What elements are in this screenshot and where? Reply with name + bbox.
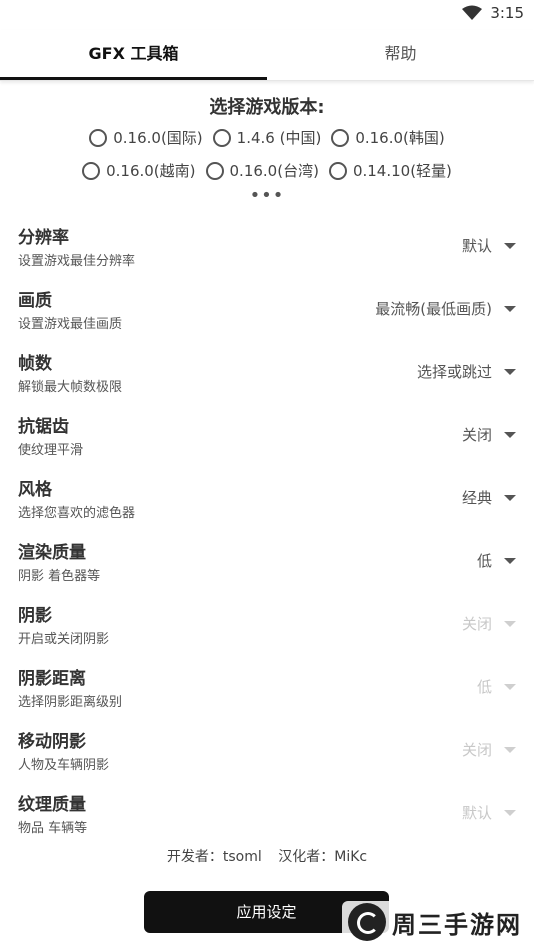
version-title: 选择游戏版本: [209,97,325,118]
tab-gfx-toolbox[interactable]: GFX 工具箱 [0,30,267,80]
setting-title: 画质 [18,290,52,311]
radio-icon [82,161,101,180]
dropdown-caret-icon [504,305,516,312]
version-row-1: 0.16.0(国际) 1.4.6 (中国) 0.16.0(韩国) [0,127,534,148]
version-option-global[interactable]: 0.16.0(国际) [89,127,203,148]
setting-title: 纹理质量 [18,794,86,815]
setting-resolution[interactable]: 分辨率设置游戏最佳分辨率 默认 [0,214,534,277]
version-option-korea[interactable]: 0.16.0(韩国) [331,127,445,148]
version-option-vietnam[interactable]: 0.16.0(越南) [82,160,196,181]
setting-title: 风格 [18,479,52,500]
setting-value: 关闭 [461,426,492,444]
setting-title: 分辨率 [18,227,69,248]
settings-list: 分辨率设置游戏最佳分辨率 默认 画质设置游戏最佳画质 最流畅(最低画质) 帧数解… [0,214,534,844]
setting-shadows[interactable]: 阴影开启或关闭阴影 关闭 [0,592,534,655]
dropdown-caret-icon [504,494,516,501]
tab-bar: GFX 工具箱 帮助 [0,30,534,81]
setting-value: 低 [476,678,492,696]
dropdown-caret-icon [504,368,516,375]
setting-fps[interactable]: 帧数解锁最大帧数极限 选择或跳过 [0,340,534,403]
setting-subtitle: 设置游戏最佳画质 [18,316,123,332]
setting-subtitle: 人物及车辆阴影 [18,757,110,773]
setting-title: 移动阴影 [18,731,86,752]
dropdown-caret-icon [504,557,516,564]
setting-antialiasing[interactable]: 抗锯齿使纹理平滑 关闭 [0,403,534,466]
setting-subtitle: 解锁最大帧数极限 [18,379,123,395]
dropdown-caret-icon [504,242,516,249]
setting-value: 最流畅(最低画质) [375,300,492,318]
radio-icon [212,128,231,147]
credits: 开发者：tsoml 汉化者：MiKc [0,846,534,866]
setting-subtitle: 物品 车辆等 [18,820,88,836]
version-option-lite[interactable]: 0.14.10(轻量) [328,160,452,181]
version-option-china[interactable]: 1.4.6 (中国) [212,127,321,148]
setting-subtitle: 设置游戏最佳分辨率 [18,253,136,269]
version-row-2: 0.16.0(越南) 0.16.0(台湾) 0.14.10(轻量) [0,160,534,181]
setting-shadow-distance[interactable]: 阴影距离选择阴影距离级别 低 [0,655,534,718]
more-options-button[interactable]: ••• [0,185,534,206]
tab-help[interactable]: 帮助 [267,30,534,80]
setting-title: 渲染质量 [18,542,86,563]
setting-subtitle: 使纹理平滑 [18,442,84,458]
setting-style[interactable]: 风格选择您喜欢的滤色器 经典 [0,466,534,529]
setting-graphics[interactable]: 画质设置游戏最佳画质 最流畅(最低画质) [0,277,534,340]
status-bar: 3:15 [0,0,534,30]
setting-subtitle: 开启或关闭阴影 [18,631,110,647]
radio-icon [89,128,108,147]
setting-moving-shadows[interactable]: 移动阴影人物及车辆阴影 关闭 [0,718,534,781]
watermark-text: 周三手游网 [392,910,522,939]
setting-title: 抗锯齿 [18,416,69,437]
status-time: 3:15 [490,4,524,22]
tab-indicator [0,77,267,80]
setting-texture-quality[interactable]: 纹理质量物品 车辆等 默认 [0,781,534,844]
watermark-logo-icon [348,903,386,941]
radio-icon [205,161,224,180]
dropdown-caret-icon [504,620,516,627]
radio-icon [331,128,350,147]
setting-value: 选择或跳过 [416,363,492,381]
setting-render-quality[interactable]: 渲染质量阴影 着色器等 低 [0,529,534,592]
setting-subtitle: 选择您喜欢的滤色器 [18,505,136,521]
setting-value: 默认 [461,804,492,822]
wifi-icon [462,5,483,20]
setting-title: 阴影 [18,605,52,626]
translator-credit: 汉化者：MiKc [278,849,368,865]
dropdown-caret-icon [504,746,516,753]
setting-value: 关闭 [461,741,492,759]
developer-credit: 开发者：tsoml [166,849,262,865]
setting-subtitle: 选择阴影距离级别 [18,694,123,710]
setting-title: 阴影距离 [18,668,86,689]
setting-subtitle: 阴影 着色器等 [18,568,101,584]
dropdown-caret-icon [504,431,516,438]
setting-value: 关闭 [461,615,492,633]
version-option-taiwan[interactable]: 0.16.0(台湾) [205,160,319,181]
dropdown-caret-icon [504,809,516,816]
setting-title: 帧数 [18,353,52,374]
setting-value: 经典 [461,489,492,507]
watermark: 周三手游网 [342,901,528,943]
radio-icon [328,161,347,180]
dropdown-caret-icon [504,683,516,690]
setting-value: 默认 [461,237,492,255]
setting-value: 低 [476,552,492,570]
